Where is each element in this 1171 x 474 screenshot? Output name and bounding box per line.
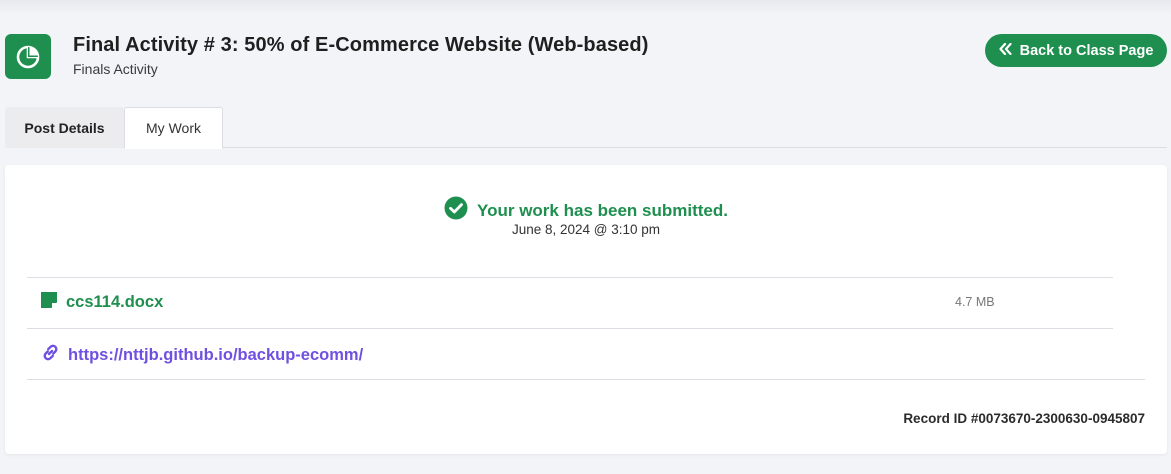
divider (27, 328, 1113, 329)
page-title: Final Activity # 3: 50% of E-Commerce We… (73, 34, 649, 56)
record-id: Record ID #0073670-2300630-0945807 (903, 411, 1145, 426)
my-work-panel: Your work has been submitted. June 8, 20… (5, 165, 1167, 454)
back-button-label: Back to Class Page (1019, 42, 1154, 59)
attachment-file-size: 4.7 MB (955, 295, 995, 309)
link-icon (41, 343, 60, 367)
tab-my-work[interactable]: My Work (124, 107, 223, 149)
attachment-link[interactable]: https://nttjb.github.io/backup-ecomm/ (41, 343, 363, 367)
check-circle-icon (444, 196, 468, 225)
document-icon (41, 292, 57, 313)
tab-label: My Work (146, 120, 201, 136)
submission-status: Your work has been submitted. (5, 196, 1167, 225)
page-header: Final Activity # 3: 50% of E-Commerce We… (0, 0, 1171, 100)
attachment-file-name[interactable]: ccs114.docx (66, 293, 163, 312)
pie-chart-icon (5, 34, 51, 79)
tab-label: Post Details (24, 119, 105, 136)
attachment-link-url[interactable]: https://nttjb.github.io/backup-ecomm/ (68, 346, 363, 365)
divider (27, 277, 1113, 278)
back-to-class-button[interactable]: Back to Class Page (985, 34, 1167, 67)
submission-status-text: Your work has been submitted. (477, 200, 728, 220)
tab-bar: Post Details My Work (5, 107, 1167, 149)
page-subtitle: Finals Activity (73, 61, 158, 77)
tab-post-details[interactable]: Post Details (5, 107, 124, 148)
attachment-file[interactable]: ccs114.docx (41, 292, 163, 313)
divider (27, 379, 1145, 380)
double-chevron-left-icon (998, 42, 1012, 59)
submission-date: June 8, 2024 @ 3:10 pm (511, 222, 661, 237)
